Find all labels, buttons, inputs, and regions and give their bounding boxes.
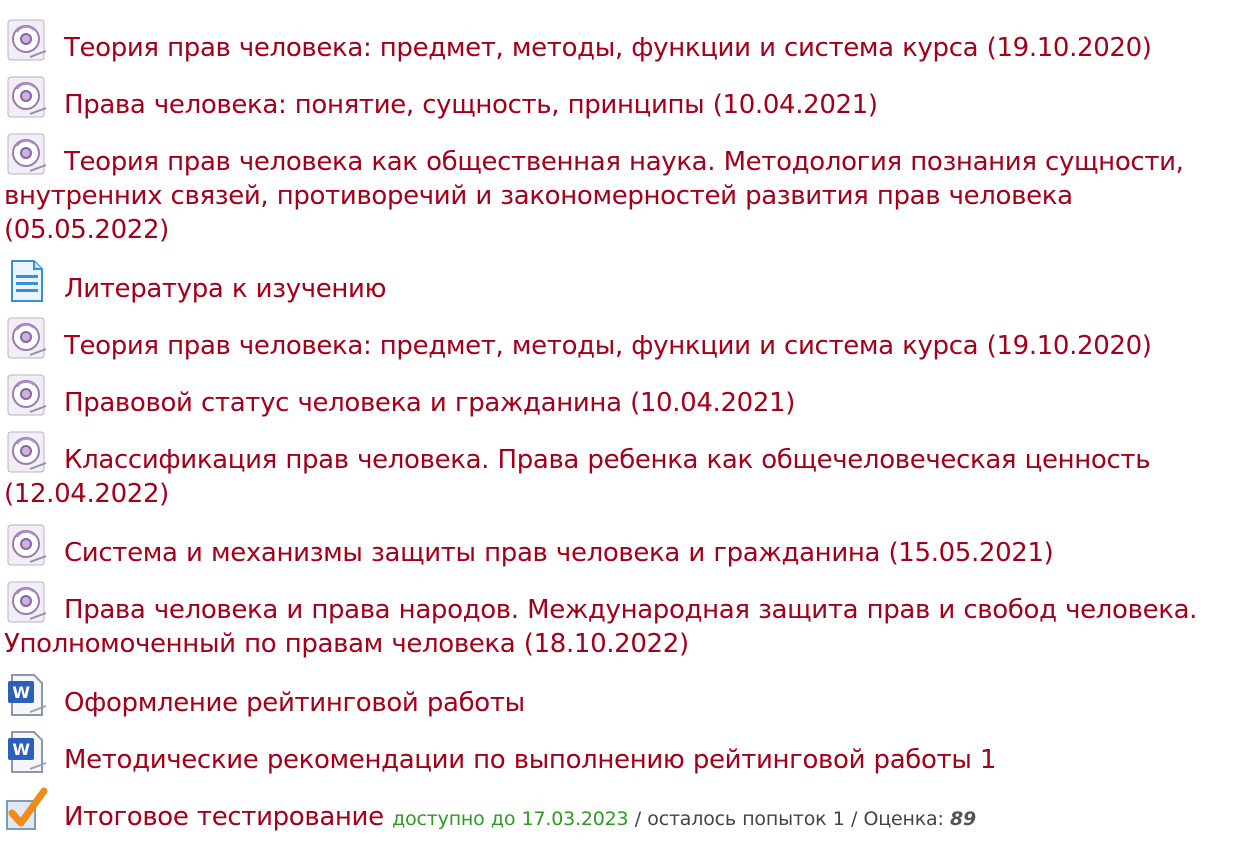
list-item[interactable]: Система и механизмы защиты прав человека…: [4, 524, 1235, 570]
course-resource-list: Теория прав человека: предмет, методы, ф…: [4, 19, 1235, 852]
list-item[interactable]: Правовой статус человека и гражданина (1…: [4, 374, 1235, 420]
word-document-icon: W: [4, 674, 48, 717]
list-item[interactable]: W Оформление рейтинговой работы: [4, 674, 1235, 720]
word-document-icon: W: [4, 731, 48, 774]
list-item-label: Теория прав человека как общественная на…: [4, 147, 1184, 245]
quiz-item[interactable]: Итоговое тестирование доступно до 17.03.…: [4, 787, 1235, 836]
quiz-grade: 89: [950, 808, 977, 830]
list-item-label: Теория прав человека: предмет, методы, ф…: [64, 331, 1152, 361]
list-item-label: Классификация прав человека. Права ребен…: [4, 445, 1151, 509]
svg-text:W: W: [12, 683, 30, 702]
list-item[interactable]: Литература к изучению: [4, 260, 1235, 306]
list-item-label: Методические рекомендации по выполнению …: [64, 745, 997, 775]
list-item[interactable]: Теория прав человека: предмет, методы, ф…: [4, 19, 1235, 65]
list-item-label: Права человека и права народов. Междунар…: [4, 595, 1198, 659]
quiz-available-until: доступно до 17.03.2023: [392, 808, 629, 830]
course-content-page: Теория прав человека: предмет, методы, ф…: [0, 0, 1237, 832]
quiz-label: Итоговое тестирование: [64, 802, 384, 832]
video-disc-icon: [4, 524, 48, 567]
list-item[interactable]: Права человека: понятие, сущность, принц…: [4, 76, 1235, 122]
list-item-label: Права человека: понятие, сущность, принц…: [64, 90, 878, 120]
list-item-label: Литература к изучению: [64, 274, 387, 304]
video-disc-icon: [4, 581, 48, 624]
video-disc-icon: [4, 76, 48, 119]
video-disc-icon: [4, 19, 48, 62]
list-item[interactable]: Права человека и права народов. Междунар…: [4, 581, 1235, 661]
checkmark-icon: [4, 787, 48, 831]
list-item-label: Теория прав человека: предмет, методы, ф…: [64, 33, 1152, 63]
list-item[interactable]: Классификация прав человека. Права ребен…: [4, 431, 1235, 511]
list-item-label: Оформление рейтинговой работы: [64, 688, 525, 718]
video-disc-icon: [4, 317, 48, 360]
list-item[interactable]: Теория прав человека: предмет, методы, ф…: [4, 317, 1235, 363]
video-disc-icon: [4, 374, 48, 417]
list-item[interactable]: Теория прав человека как общественная на…: [4, 133, 1235, 247]
list-item-label: Система и механизмы защиты прав человека…: [64, 538, 1054, 568]
video-disc-icon: [4, 431, 48, 474]
page-icon: [4, 260, 48, 303]
quiz-attempts: / осталось попыток 1 / Оценка:: [628, 808, 951, 830]
list-item[interactable]: W Методические рекомендации по выполнени…: [4, 731, 1235, 777]
video-disc-icon: [4, 133, 48, 176]
list-item-label: Правовой статус человека и гражданина (1…: [64, 388, 796, 418]
svg-text:W: W: [12, 740, 30, 759]
